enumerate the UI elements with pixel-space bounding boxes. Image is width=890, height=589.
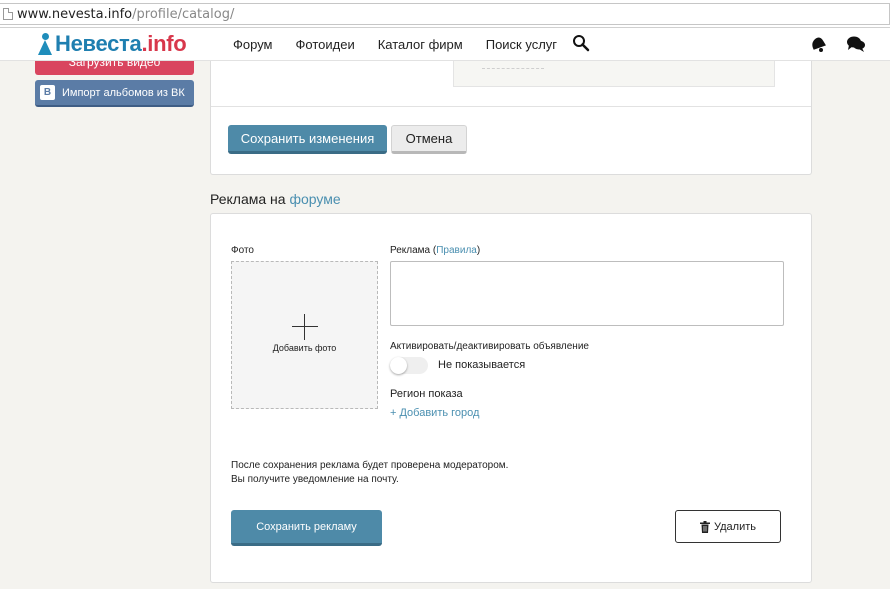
upload-video-button[interactable]: Загрузить видео: [35, 61, 194, 75]
profile-form-card: Сохранить изменения Отмена: [210, 61, 812, 175]
trash-icon: [700, 520, 710, 533]
ad-section-title-prefix: Реклама на: [210, 191, 286, 207]
activate-ad-toggle[interactable]: [390, 357, 428, 374]
delete-ad-label: Удалить: [714, 520, 756, 533]
search-icon[interactable]: [572, 34, 590, 52]
nav-forum[interactable]: Форум: [233, 37, 273, 52]
nav-company-catalog[interactable]: Каталог фирм: [378, 37, 463, 52]
ad-section-title: Реклама на форуме: [210, 191, 341, 207]
site-header: Невеста .info Форум Фотоидеи Каталог фирм…: [0, 28, 890, 61]
logo-name: Невеста: [55, 31, 142, 56]
nav-photo-ideas[interactable]: Фотоидеи: [296, 37, 355, 52]
add-photo-label: Добавить фото: [272, 343, 337, 353]
moderation-note-line2: Вы получите уведомление на почту.: [231, 474, 399, 485]
ad-text-input[interactable]: [390, 261, 784, 326]
forum-link[interactable]: форуме: [289, 191, 340, 207]
logo-suffix: .info: [141, 31, 187, 56]
dashed-divider: [482, 68, 544, 69]
url-host: www.nevesta.info: [17, 7, 133, 22]
toggle-knob: [390, 357, 407, 374]
activate-ad-label: Активировать/деактивировать объявление: [390, 341, 589, 352]
add-city-link[interactable]: + Добавить город: [390, 407, 479, 419]
url-path: /profile/catalog/: [132, 7, 235, 22]
import-vk-label: Импорт альбомов из ВК: [62, 86, 185, 99]
moderation-note-line1: После сохранения реклама будет проверена…: [231, 460, 509, 471]
page-icon: [3, 8, 13, 20]
vk-icon: B: [40, 85, 55, 100]
ad-label-text: Реклама (: [390, 245, 437, 256]
photo-label: Фото: [231, 245, 254, 256]
ad-label-close: ): [476, 245, 481, 256]
save-changes-button[interactable]: Сохранить изменения: [228, 125, 387, 154]
moderation-note: После сохранения реклама будет проверена…: [231, 459, 508, 487]
toggle-status-text: Не показывается: [438, 359, 526, 371]
nav-service-search[interactable]: Поиск услуг: [486, 37, 557, 52]
ad-text-label: Реклама (Правила): [390, 245, 480, 256]
add-photo-dropzone[interactable]: Добавить фото: [231, 261, 378, 409]
main-nav: Форум Фотоидеи Каталог фирм Поиск услуг: [233, 37, 580, 52]
save-ad-button[interactable]: Сохранить рекламу: [231, 510, 382, 546]
card-divider: [211, 106, 811, 107]
site-logo[interactable]: Невеста .info: [38, 30, 187, 58]
bride-logo-icon: [38, 32, 52, 56]
plus-icon: [292, 314, 318, 340]
url-field[interactable]: www.nevesta.info/profile/catalog/: [0, 3, 890, 25]
url-text[interactable]: www.nevesta.info/profile/catalog/: [17, 7, 234, 22]
import-vk-albums-button[interactable]: B Импорт альбомов из ВК: [35, 80, 194, 107]
upload-video-label: Загрузить видео: [68, 61, 161, 69]
cancel-button[interactable]: Отмена: [391, 125, 467, 154]
messages-chat-icon[interactable]: [846, 34, 866, 54]
notifications-bell-icon[interactable]: [808, 34, 828, 54]
browser-address-bar: www.nevesta.info/profile/catalog/: [0, 0, 890, 28]
region-label: Регион показа: [390, 388, 463, 400]
ad-card: Фото Добавить фото Реклама (Правила) Акт…: [210, 213, 812, 583]
delete-ad-button[interactable]: Удалить: [675, 510, 781, 543]
rules-link[interactable]: Правила: [436, 245, 477, 256]
inner-panel: [453, 61, 775, 87]
